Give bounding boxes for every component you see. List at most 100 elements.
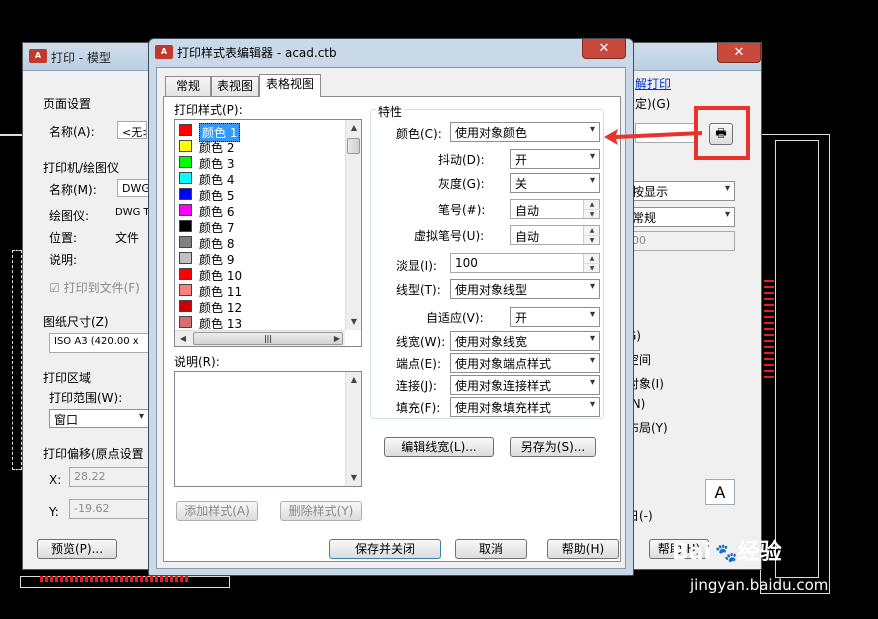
virtual-pen-label: 虚拟笔号(U): — [414, 229, 485, 243]
add-style-button[interactable]: 添加样式(A) — [176, 501, 258, 521]
styles-vertical-scrollbar[interactable]: ▲ ▼ — [345, 120, 361, 330]
dpi-field[interactable]: 00 — [627, 231, 735, 251]
spinner-buttons[interactable]: ▲ ▼ — [583, 200, 600, 218]
spinner-buttons[interactable]: ▲ ▼ — [583, 254, 600, 272]
spin-up-icon[interactable]: ▲ — [584, 200, 600, 209]
plotter-value: DWG T — [115, 207, 150, 218]
location-value: 文件 — [115, 231, 140, 245]
linetype-combo[interactable]: 使用对象线型 — [450, 279, 600, 299]
scroll-thumb[interactable]: ||| — [193, 332, 343, 345]
spin-down-icon[interactable]: ▼ — [584, 263, 600, 272]
spin-up-icon[interactable]: ▲ — [584, 254, 600, 263]
baidu-watermark: Bai 🐾经验 — [672, 534, 782, 566]
details-link[interactable]: 解打印 — [635, 75, 671, 92]
scroll-down-icon[interactable]: ▼ — [346, 314, 361, 330]
close-icon[interactable]: ✕ — [582, 39, 626, 59]
print-to-file-checkbox[interactable]: ☑ 打印到文件(F) — [49, 279, 140, 296]
spin-down-icon[interactable]: ▼ — [584, 209, 600, 218]
help-button[interactable]: 帮助(H) — [547, 539, 619, 559]
list-item[interactable]: 颜色 13 — [179, 314, 339, 331]
endpoint-combo[interactable]: 使用对象端点样式 — [450, 353, 600, 373]
list-item[interactable]: 颜色 5 — [179, 186, 339, 203]
print-offset-label: 打印偏移(原点设置 — [43, 447, 144, 461]
scroll-up-icon[interactable]: ▲ — [346, 120, 361, 136]
list-item[interactable]: 颜色 8 — [179, 234, 339, 251]
color-swatch — [179, 172, 192, 184]
color-swatch — [179, 124, 192, 136]
grayscale-combo[interactable]: 关 — [510, 173, 600, 193]
description-textarea[interactable]: ▲ ▼ — [174, 371, 362, 487]
preview-button[interactable]: 预览(P)... — [37, 539, 117, 559]
list-item[interactable]: 颜色 9 — [179, 250, 339, 267]
save-as-button[interactable]: 另存为(S)... — [510, 437, 596, 457]
printer-name-combo[interactable]: DWG — [117, 179, 149, 197]
editor-titlebar: A 打印样式表编辑器 - acad.ctb — [149, 39, 633, 65]
shaded-view-combo[interactable]: 按显示 — [627, 181, 735, 201]
fill-combo[interactable]: 使用对象填充样式 — [450, 397, 600, 417]
scroll-left-icon[interactable]: ◀ — [175, 331, 191, 346]
tab-table-view[interactable]: 表视图 — [211, 76, 259, 96]
adaptive-combo[interactable]: 开 — [510, 307, 600, 327]
pen-number-label: 笔号(#): — [438, 203, 486, 217]
properties-label: 特性 — [376, 103, 405, 120]
color-swatch — [179, 316, 192, 328]
virtual-pen-spinner[interactable]: 自动 ▲ ▼ — [510, 225, 600, 245]
endpoint-label: 端点(E): — [396, 357, 441, 371]
delete-style-button[interactable]: 删除样式(Y) — [280, 501, 362, 521]
list-item[interactable]: 颜色 4 — [179, 170, 339, 187]
lineweight-combo[interactable]: 使用对象线宽 — [450, 331, 600, 351]
color-swatch — [179, 268, 192, 280]
tab-form-view[interactable]: 表格视图 — [259, 74, 321, 97]
list-item[interactable]: 颜色 7 — [179, 218, 339, 235]
plot-styles-list[interactable]: 颜色 1 颜色 2 颜色 3 颜色 4 颜色 5 颜色 6 颜色 7 颜色 8 … — [174, 119, 362, 347]
scroll-right-icon[interactable]: ▶ — [329, 331, 345, 346]
color-combo[interactable]: 使用对象颜色 — [450, 122, 600, 142]
scroll-down-icon[interactable]: ▼ — [346, 470, 361, 486]
close-icon[interactable]: ✕ — [717, 43, 761, 63]
spin-up-icon[interactable]: ▲ — [584, 226, 600, 235]
page-setup-name-combo[interactable]: <无> — [117, 121, 147, 139]
print-to-file-label: 打印到文件(F) — [63, 281, 140, 295]
form-view-panel: 打印样式(P): 颜色 1 颜色 2 颜色 3 颜色 4 颜色 5 颜色 6 颜… — [163, 96, 621, 562]
color-swatch — [179, 156, 192, 168]
annotation-arrow — [604, 129, 702, 145]
styles-horizontal-scrollbar[interactable]: ◀ ||| ▶ — [175, 330, 345, 346]
save-and-close-button[interactable]: 保存并关闭 — [329, 539, 441, 559]
x-offset-label: X: — [49, 473, 62, 487]
list-item[interactable]: 颜色 10 — [179, 266, 339, 283]
color-swatch — [179, 188, 192, 200]
color-swatch — [179, 252, 192, 264]
quality-combo[interactable]: 常规 — [627, 207, 735, 227]
x-offset-field[interactable]: 28.22 — [69, 467, 149, 487]
color-swatch — [179, 204, 192, 216]
spinner-buttons[interactable]: ▲ ▼ — [583, 226, 600, 244]
screening-spinner[interactable]: 100 ▲ ▼ — [450, 253, 600, 273]
description-scrollbar[interactable]: ▲ ▼ — [345, 372, 361, 486]
y-offset-field[interactable]: -19.62 — [69, 499, 149, 519]
color-swatch — [179, 284, 192, 296]
edit-lineweights-button[interactable]: 编辑线宽(L)... — [384, 437, 494, 457]
dither-label: 抖动(D): — [438, 153, 485, 167]
watermark-brand2: 经验 — [737, 540, 782, 565]
paper-size-label: 图纸尺寸(Z) — [43, 315, 109, 329]
scroll-up-icon[interactable]: ▲ — [346, 372, 361, 388]
list-item[interactable]: 颜色 12 — [179, 298, 339, 315]
scroll-thumb[interactable] — [347, 138, 360, 154]
pen-number-spinner[interactable]: 自动 ▲ ▼ — [510, 199, 600, 219]
list-item[interactable]: 颜色 2 — [179, 138, 339, 155]
print-range-combo[interactable]: 窗口 — [49, 409, 149, 428]
grayscale-label: 灰度(G): — [438, 177, 485, 191]
spin-down-icon[interactable]: ▼ — [584, 235, 600, 244]
join-combo[interactable]: 使用对象连接样式 — [450, 375, 600, 395]
list-item[interactable]: 颜色 6 — [179, 202, 339, 219]
tab-general[interactable]: 常规 — [165, 76, 211, 96]
cancel-button[interactable]: 取消 — [455, 539, 527, 559]
paper-size-combo[interactable]: ISO A3 (420.00 x — [49, 333, 149, 353]
list-item[interactable]: 颜色 11 — [179, 282, 339, 299]
list-item[interactable]: 颜色 3 — [179, 154, 339, 171]
list-item[interactable]: 颜色 1 — [179, 122, 339, 142]
cad-red-text — [764, 280, 774, 380]
cad-frame — [775, 140, 819, 578]
location-label: 位置: — [49, 231, 78, 245]
dither-combo[interactable]: 开 — [510, 149, 600, 169]
